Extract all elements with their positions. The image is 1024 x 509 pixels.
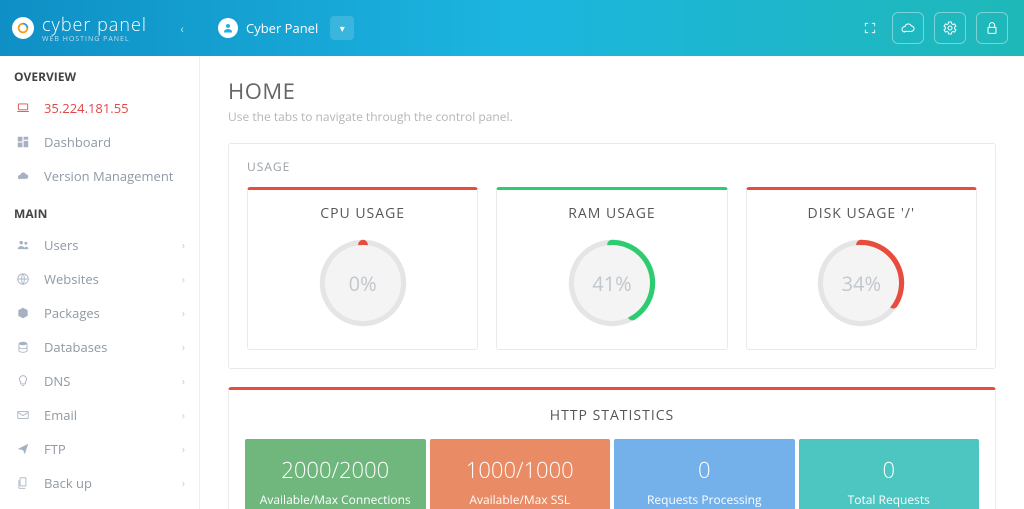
- sidebar-item-35-224-181-55[interactable]: 35.224.181.55: [0, 91, 199, 125]
- dashboard-icon: [14, 135, 32, 149]
- sidebar-item-packages[interactable]: Packages ›: [0, 296, 199, 330]
- usage-percent: 34%: [823, 245, 899, 321]
- usage-panel: USAGE CPU USAGE 0% RAM USAGE 41% DISK USAGE …: [228, 143, 996, 369]
- brand-text-wrap: cyber panel WEB HOSTING PANEL: [42, 13, 147, 44]
- chevron-right-icon: ›: [182, 374, 185, 389]
- sidebar-item-email[interactable]: Email ›: [0, 398, 199, 432]
- usage-card-title: CPU USAGE: [320, 204, 405, 223]
- logo-icon: [12, 17, 34, 39]
- usage-card: DISK USAGE '/' 34%: [746, 187, 977, 350]
- usage-gauge: 34%: [813, 235, 909, 331]
- sidebar-item-ssl[interactable]: SSL›: [0, 500, 199, 509]
- sidebar-item-dns[interactable]: DNS ›: [0, 364, 199, 398]
- user-name: Cyber Panel: [246, 19, 318, 37]
- usage-percent: 41%: [574, 245, 650, 321]
- usage-card-title: RAM USAGE: [568, 204, 655, 223]
- stat-card: 0 Total Requests: [799, 439, 980, 509]
- chevron-right-icon: ›: [182, 272, 185, 287]
- stat-value: 0: [622, 455, 787, 485]
- chevron-right-icon: ›: [182, 442, 185, 457]
- sidebar-item-databases[interactable]: Databases ›: [0, 330, 199, 364]
- stat-label: Available/Max SSL Connections: [438, 491, 603, 509]
- send-icon: [14, 442, 32, 456]
- http-stats-row: 2000/2000 Available/Max Connections 1000/1…: [245, 439, 979, 509]
- usage-heading: USAGE: [247, 158, 977, 175]
- user-dropdown[interactable]: Cyber Panel ▾: [200, 16, 354, 40]
- page-title: HOME: [228, 76, 996, 106]
- stat-label: Requests Processing: [622, 491, 787, 508]
- sidebar-item-label: Databases: [44, 338, 107, 356]
- stat-card: 2000/2000 Available/Max Connections: [245, 439, 426, 509]
- sidebar-item-ftp[interactable]: FTP ›: [0, 432, 199, 466]
- sidebar: OVERVIEW 35.224.181.55 Dashboard Version Ma…: [0, 56, 200, 509]
- database-icon: [14, 340, 32, 354]
- usage-card: CPU USAGE 0%: [247, 187, 478, 350]
- sidebar-item-label: DNS: [44, 372, 70, 390]
- chevron-right-icon: ›: [182, 408, 185, 423]
- http-stats-panel: HTTP STATISTICS 2000/2000 Available/Max C…: [228, 387, 996, 509]
- usage-gauge: 0%: [315, 235, 411, 331]
- sidebar-item-dashboard[interactable]: Dashboard: [0, 125, 199, 159]
- sidebar-section-title: MAIN: [0, 193, 199, 228]
- sidebar-item-label: Email: [44, 406, 77, 424]
- sidebar-item-label: Version Management: [44, 167, 173, 185]
- stat-value: 1000/1000: [438, 455, 603, 485]
- brand: cyber panel WEB HOSTING PANEL ‹: [0, 0, 200, 56]
- topbar-actions: [858, 12, 1024, 44]
- bulb-icon: [14, 374, 32, 388]
- users-icon: [14, 238, 32, 252]
- chevron-right-icon: ›: [182, 306, 185, 321]
- sidebar-section-title: OVERVIEW: [0, 56, 199, 91]
- chevron-down-icon[interactable]: ▾: [330, 16, 354, 40]
- sidebar-item-users[interactable]: Users ›: [0, 228, 199, 262]
- http-stats-heading: HTTP STATISTICS: [245, 406, 979, 425]
- chevron-right-icon: ›: [182, 476, 185, 491]
- usage-row: CPU USAGE 0% RAM USAGE 41% DISK USAGE '/' 34%: [247, 187, 977, 350]
- laptop-icon: [14, 101, 32, 115]
- cloud-button[interactable]: [892, 12, 924, 44]
- main-content: HOME Use the tabs to navigate through th…: [200, 56, 1024, 509]
- stat-card: 0 Requests Processing: [614, 439, 795, 509]
- lock-button[interactable]: [976, 12, 1008, 44]
- sidebar-collapse-toggle[interactable]: ‹: [172, 18, 192, 38]
- chevron-right-icon: ›: [182, 340, 185, 355]
- earth-icon: [14, 272, 32, 286]
- usage-gauge: 41%: [564, 235, 660, 331]
- sidebar-item-label: Dashboard: [44, 133, 111, 151]
- stat-label: Total Requests: [807, 491, 972, 508]
- sidebar-item-label: FTP: [44, 440, 66, 458]
- usage-card-title: DISK USAGE '/': [808, 204, 916, 223]
- page-subtitle: Use the tabs to navigate through the con…: [228, 108, 996, 125]
- sidebar-item-label: Users: [44, 236, 78, 254]
- cloud-icon: [14, 169, 32, 183]
- package-icon: [14, 306, 32, 320]
- stat-value: 0: [807, 455, 972, 485]
- usage-card: RAM USAGE 41%: [496, 187, 727, 350]
- user-icon: [218, 18, 238, 38]
- fullscreen-button[interactable]: [858, 12, 882, 44]
- sidebar-item-label: 35.224.181.55: [44, 99, 129, 117]
- sidebar-item-label: Packages: [44, 304, 100, 322]
- sidebar-item-label: Back up: [44, 474, 92, 492]
- files-icon: [14, 476, 32, 490]
- chevron-right-icon: ›: [182, 238, 185, 253]
- brand-name: cyber panel: [42, 13, 147, 37]
- stat-label: Available/Max Connections: [253, 491, 418, 508]
- sidebar-item-version-management[interactable]: Version Management: [0, 159, 199, 193]
- settings-button[interactable]: [934, 12, 966, 44]
- stat-card: 1000/1000 Available/Max SSL Connections: [430, 439, 611, 509]
- stat-value: 2000/2000: [253, 455, 418, 485]
- sidebar-item-back-up[interactable]: Back up ›: [0, 466, 199, 500]
- usage-percent: 0%: [325, 245, 401, 321]
- mail-icon: [14, 408, 32, 422]
- topbar: cyber panel WEB HOSTING PANEL ‹ Cyber Pa…: [0, 0, 1024, 56]
- sidebar-item-websites[interactable]: Websites ›: [0, 262, 199, 296]
- sidebar-item-label: Websites: [44, 270, 99, 288]
